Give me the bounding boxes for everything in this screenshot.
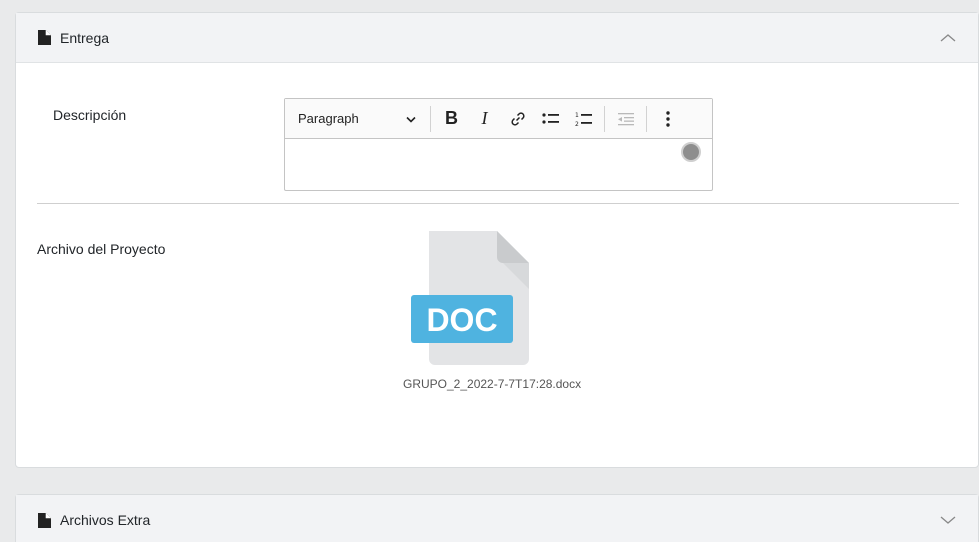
- svg-text:1: 1: [575, 112, 579, 119]
- paragraph-dropdown[interactable]: Paragraph: [285, 99, 426, 139]
- doc-type-label: DOC: [426, 302, 497, 338]
- entrega-card: Entrega Descripción Paragraph B I 1 2 Ar…: [15, 12, 979, 468]
- numbered-list-button[interactable]: 12: [567, 99, 600, 139]
- descripcion-row: Descripción Paragraph B I 1 2: [16, 85, 978, 195]
- bulleted-list-icon: [541, 112, 559, 124]
- entrega-title: Entrega: [60, 29, 110, 46]
- more-options-button[interactable]: [651, 99, 684, 139]
- more-vertical-icon: [665, 110, 670, 127]
- doc-file-icon: DOC: [411, 231, 529, 365]
- doc-file-name[interactable]: GRUPO_2_2022-7-7T17:28.docx: [403, 377, 581, 391]
- grammar-checker-icon[interactable]: [681, 142, 701, 162]
- file-icon: [38, 30, 51, 45]
- entrega-header[interactable]: Entrega: [16, 13, 978, 63]
- toolbar-separator: [604, 105, 605, 132]
- archivos-extra-card: Archivos Extra: [15, 494, 979, 542]
- outdent-button[interactable]: [609, 99, 642, 139]
- bold-button[interactable]: B: [435, 99, 468, 139]
- archivos-extra-title: Archivos Extra: [60, 512, 151, 528]
- toolbar-separator: [646, 105, 647, 132]
- rich-text-editor: Paragraph B I 12: [284, 98, 713, 191]
- file-icon: [38, 512, 51, 528]
- link-button[interactable]: [501, 99, 534, 139]
- editor-content-area[interactable]: [285, 139, 712, 190]
- outdent-icon: [617, 112, 634, 125]
- section-divider: [37, 203, 959, 204]
- chevron-down-icon[interactable]: [938, 513, 958, 527]
- archivos-extra-header[interactable]: Archivos Extra: [16, 495, 978, 542]
- svg-text:2: 2: [575, 121, 579, 127]
- link-icon: [510, 111, 525, 126]
- doc-file-thumbnail[interactable]: DOC: [411, 231, 531, 371]
- archivo-label: Archivo del Proyecto: [37, 241, 166, 257]
- bulleted-list-button[interactable]: [534, 99, 567, 139]
- descripcion-label: Descripción: [53, 107, 127, 123]
- paragraph-dropdown-label: Paragraph: [298, 111, 359, 126]
- chevron-down-icon: [406, 111, 416, 126]
- toolbar-separator: [430, 105, 431, 132]
- numbered-list-icon: 12: [575, 112, 592, 127]
- chevron-up-icon[interactable]: [938, 31, 958, 45]
- italic-button[interactable]: I: [468, 99, 501, 139]
- editor-toolbar: Paragraph B I 12: [285, 99, 712, 139]
